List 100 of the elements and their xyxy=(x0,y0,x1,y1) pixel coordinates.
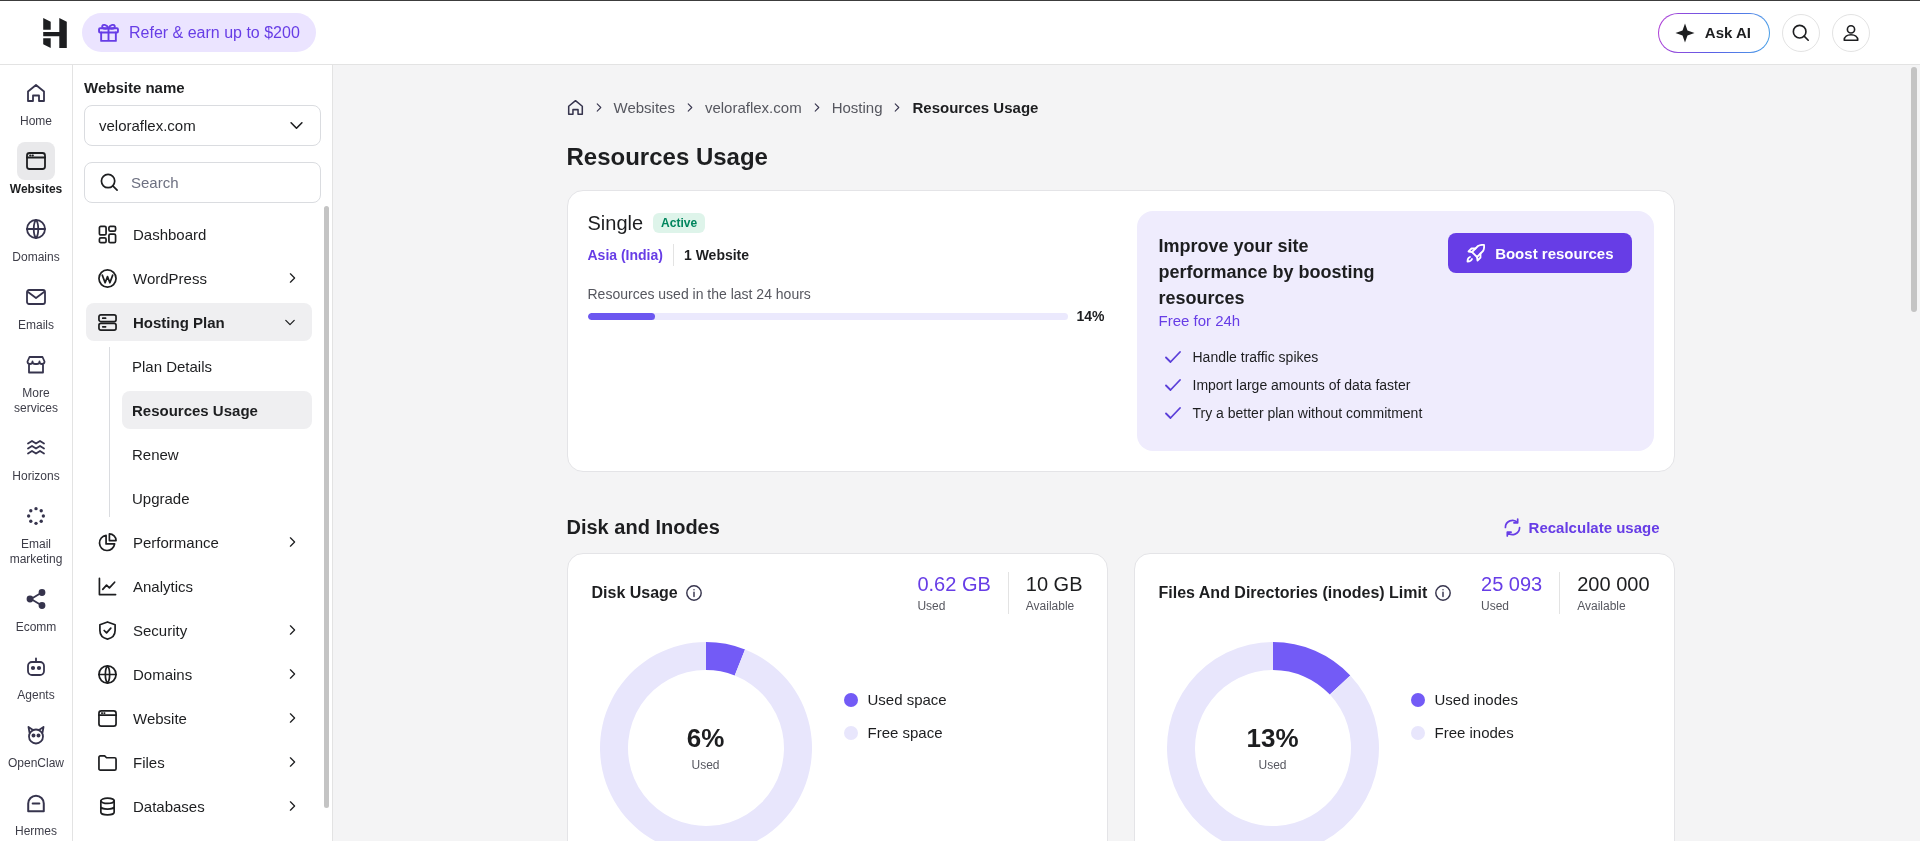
percent-value: 13% xyxy=(1246,723,1299,753)
server-icon xyxy=(98,312,117,332)
rail-item[interactable]: Emails xyxy=(17,278,55,333)
home-icon xyxy=(26,83,46,103)
promo-subtitle: Free for 24h xyxy=(1158,313,1241,329)
available-value: 200 000 xyxy=(1577,572,1650,596)
chevron-right-icon xyxy=(894,101,901,113)
refer-button[interactable]: Refer & earn up to $200 xyxy=(82,13,316,52)
available-label: Available xyxy=(1577,598,1627,614)
available-label: Available xyxy=(1025,598,1076,614)
scrollbar-thumb[interactable] xyxy=(324,206,329,808)
info-icon[interactable] xyxy=(685,585,702,601)
rail-item[interactable]: OpenClaw xyxy=(8,716,64,771)
logo-icon xyxy=(42,17,68,48)
legend-label: Used inodes xyxy=(1434,690,1518,710)
rail-item[interactable]: Agents xyxy=(17,648,55,703)
check-icon xyxy=(1164,350,1181,364)
home-icon[interactable] xyxy=(566,98,584,116)
rail-item[interactable]: More services xyxy=(4,346,68,416)
plan-name: Single xyxy=(587,211,644,235)
menu-item[interactable]: Analytics xyxy=(86,567,312,605)
usage-label: Resources used in the last 24 hours xyxy=(587,285,811,303)
info-icon[interactable] xyxy=(1435,585,1452,601)
website-select[interactable]: veloraflex.com xyxy=(84,105,321,146)
rail-item[interactable]: Websites xyxy=(9,142,63,197)
used-label: Used xyxy=(1481,598,1511,614)
menu-item[interactable]: Performance xyxy=(86,523,312,561)
cat-face-icon xyxy=(26,725,46,745)
legend-label: Free space xyxy=(867,723,943,743)
menu-item[interactable]: WordPress xyxy=(86,259,312,297)
search-field[interactable]: Search xyxy=(84,162,321,203)
benefit-text: Handle traffic spikes xyxy=(1192,349,1319,365)
rail-item[interactable]: Horizons xyxy=(12,429,60,484)
chevron-right-icon xyxy=(813,101,820,113)
ask-ai-button[interactable]: Ask AI xyxy=(1657,12,1770,53)
robot-icon xyxy=(26,657,46,677)
shield-check-icon xyxy=(98,620,117,640)
menu-item[interactable]: Domains xyxy=(86,655,312,693)
scrollbar-thumb[interactable] xyxy=(1911,67,1917,312)
submenu-item[interactable]: Plan Details xyxy=(122,347,312,385)
benefit-text: Try a better plan without commitment xyxy=(1192,405,1423,421)
check-icon xyxy=(1164,406,1181,420)
circle-w-icon xyxy=(98,268,117,288)
used-value: 0.62 GB xyxy=(917,572,991,596)
rail-item[interactable]: Email marketing xyxy=(4,497,68,567)
rail-item[interactable]: Ecomm xyxy=(15,580,57,635)
percent-label: Used xyxy=(1258,757,1287,773)
status-badge: Active xyxy=(653,213,706,233)
percent-label: Used xyxy=(691,757,720,773)
helmet-icon xyxy=(26,793,46,813)
recalculate-link[interactable]: Recalculate usage xyxy=(1503,517,1660,537)
database-icon xyxy=(98,796,117,816)
user-icon xyxy=(1842,23,1860,42)
usage-percent: 14% xyxy=(1076,308,1105,324)
submenu-item[interactable]: Renew xyxy=(122,435,312,473)
breadcrumb-link[interactable]: Websites xyxy=(613,98,675,116)
card-title: Files And Directories (inodes) Limit xyxy=(1158,584,1428,602)
used-label: Used xyxy=(917,598,947,614)
menu-item[interactable]: Security xyxy=(86,611,312,649)
boost-resources-button[interactable]: Boost resources xyxy=(1448,233,1632,273)
breadcrumb-link[interactable]: Hosting xyxy=(831,98,883,116)
refresh-icon xyxy=(1503,517,1521,537)
website-count: 1 Website xyxy=(683,247,750,263)
menu-item[interactable]: Website xyxy=(86,699,312,737)
rail-item[interactable]: Hermes xyxy=(15,784,57,839)
menu-item[interactable]: Files xyxy=(86,743,312,781)
account-button[interactable] xyxy=(1832,13,1870,52)
legend-label: Free inodes xyxy=(1434,723,1514,743)
pie-chart-icon xyxy=(98,532,117,552)
chevron-down-icon xyxy=(289,121,304,130)
search-button[interactable] xyxy=(1782,13,1820,52)
used-value: 25 093 xyxy=(1481,572,1543,596)
browser-window-icon xyxy=(17,142,55,180)
trend-chart-icon xyxy=(98,576,117,596)
storefront-icon xyxy=(26,355,46,375)
globe-icon xyxy=(98,664,117,684)
page-title: Resources Usage xyxy=(566,142,768,172)
percent-value: 6% xyxy=(686,723,725,753)
dotted-ring-icon xyxy=(26,506,46,526)
network-nodes-icon xyxy=(26,589,46,609)
sparkle-icon xyxy=(1674,22,1695,43)
menu-item[interactable]: Dashboard xyxy=(86,215,312,253)
breadcrumb-link[interactable]: veloraflex.com xyxy=(704,98,802,116)
chevron-right-icon xyxy=(686,101,693,113)
menu-item[interactable]: Databases xyxy=(86,787,312,825)
check-icon xyxy=(1164,378,1181,392)
submenu-item[interactable]: Upgrade xyxy=(122,479,312,517)
benefit-text: Import large amounts of data faster xyxy=(1192,377,1411,393)
location-label: Asia (India) xyxy=(587,247,663,263)
globe-icon xyxy=(26,219,46,239)
breadcrumb-current: Resources Usage xyxy=(912,98,1039,116)
menu-item[interactable]: Hosting Plan xyxy=(86,303,312,341)
rail-item[interactable]: Domains xyxy=(12,210,60,265)
search-icon xyxy=(100,173,119,192)
folder-icon xyxy=(98,752,117,772)
rocket-icon xyxy=(1466,243,1486,263)
grid-icon xyxy=(98,224,117,244)
submenu-item[interactable]: Resources Usage xyxy=(122,391,312,429)
rail-item[interactable]: Home xyxy=(17,74,55,129)
section-title: Disk and Inodes xyxy=(566,515,720,539)
